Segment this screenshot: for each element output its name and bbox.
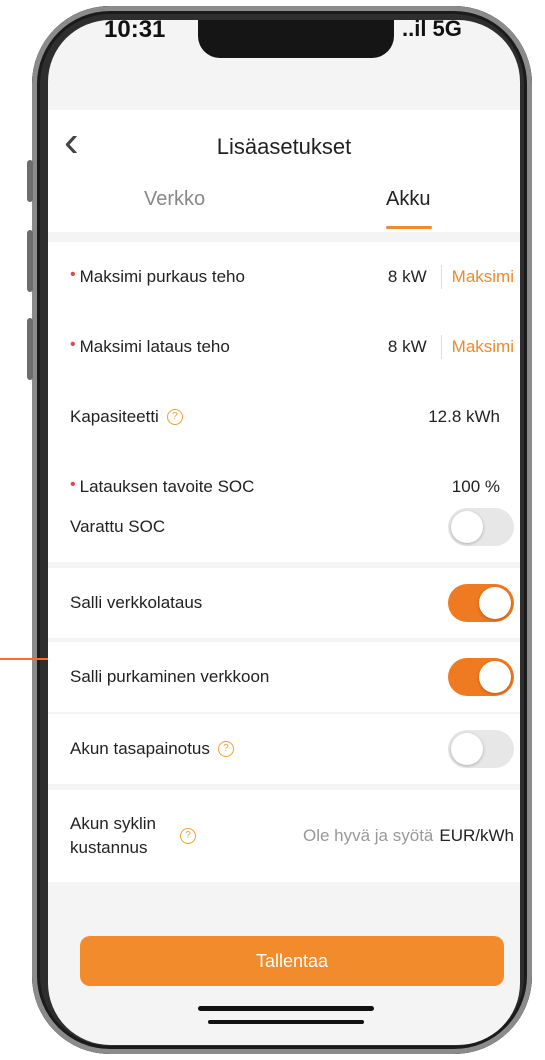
- max-discharge-label: Maksimi purkaus teho: [79, 267, 245, 286]
- toggle-knob: [451, 733, 483, 765]
- capacity-label: Kapasiteetti: [70, 407, 159, 426]
- volume-down-button: [27, 318, 33, 380]
- grid-discharge-toggle[interactable]: [448, 658, 514, 696]
- toggle-knob: [479, 661, 511, 693]
- required-marker: •: [70, 336, 76, 353]
- volume-up-button: [27, 230, 33, 292]
- cycle-cost-label: Akun syklin kustannus: [70, 812, 180, 860]
- divider: [440, 265, 442, 289]
- tab-verkko[interactable]: Verkko: [144, 188, 205, 211]
- cycle-cost-input[interactable]: Ole hyvä ja syötä: [196, 826, 433, 846]
- reserved-soc-group: Varattu SOC: [48, 492, 520, 562]
- active-tab-indicator: [386, 226, 432, 229]
- grid-charging-label: Salli verkkolataus: [70, 593, 203, 612]
- balancing-label: Akun tasapainotus: [70, 739, 210, 758]
- tab-bar: Verkko Akku: [48, 180, 520, 232]
- row-grid-discharge: Salli purkaminen verkkoon: [48, 642, 520, 712]
- max-charge-value[interactable]: 8 kW: [388, 337, 427, 357]
- home-indicator: [198, 1006, 374, 1011]
- row-grid-charging: Salli verkkolataus: [48, 568, 520, 638]
- row-max-discharge: • Maksimi purkaus teho 8 kW Maksimi: [48, 242, 520, 312]
- nav-bar: ‹ Lisäasetukset: [48, 110, 520, 180]
- row-balancing: Akun tasapainotus ?: [48, 714, 520, 784]
- max-charge-label: Maksimi lataus teho: [79, 337, 230, 356]
- divider: [440, 335, 442, 359]
- page-title: Lisäasetukset: [216, 134, 352, 159]
- phone-screen: 10:31 ..il 5G ‹ Lisäasetukset Verkko Akk…: [48, 20, 520, 1045]
- cycle-cost-label-line1: Akun syklin: [70, 814, 156, 833]
- max-charge-maximum-button[interactable]: Maksimi: [452, 337, 514, 357]
- toggle-knob: [451, 511, 483, 543]
- tab-akku[interactable]: Akku: [386, 188, 430, 211]
- save-button[interactable]: Tallentaa: [80, 936, 504, 986]
- row-capacity: Kapasiteetti ? 12.8 kWh: [48, 382, 520, 452]
- cycle-cost-label-line2: kustannus: [70, 838, 148, 857]
- mute-switch: [27, 160, 33, 202]
- grid-charging-toggle[interactable]: [448, 584, 514, 622]
- grid-discharge-group: Salli purkaminen verkkoon: [48, 642, 520, 712]
- battery-limits-group: • Maksimi purkaus teho 8 kW Maksimi • Ma…: [48, 242, 520, 522]
- cycle-cost-group: Akun syklin kustannus ? Ole hyvä ja syöt…: [48, 790, 520, 882]
- required-marker: •: [70, 266, 76, 283]
- cycle-cost-unit: EUR/kWh: [439, 826, 514, 845]
- help-icon[interactable]: ?: [180, 828, 196, 844]
- max-discharge-maximum-button[interactable]: Maksimi: [452, 267, 514, 287]
- max-discharge-value[interactable]: 8 kW: [388, 267, 427, 287]
- home-indicator-secondary: [208, 1020, 364, 1024]
- row-cycle-cost: Akun syklin kustannus ? Ole hyvä ja syöt…: [48, 790, 520, 882]
- balancing-group: Akun tasapainotus ?: [48, 714, 520, 784]
- grid-discharge-label: Salli purkaminen verkkoon: [70, 667, 270, 686]
- row-max-charge: • Maksimi lataus teho 8 kW Maksimi: [48, 312, 520, 382]
- reserved-soc-toggle[interactable]: [448, 508, 514, 546]
- reserved-soc-label: Varattu SOC: [70, 517, 166, 536]
- help-icon[interactable]: ?: [217, 741, 234, 757]
- status-indicators: ..il 5G: [402, 20, 462, 41]
- notch: [198, 20, 394, 58]
- help-icon[interactable]: ?: [166, 409, 183, 425]
- row-reserved-soc: Varattu SOC: [48, 492, 520, 562]
- status-time: 10:31: [104, 20, 166, 43]
- annotation-line: [0, 658, 50, 660]
- grid-charging-group: Salli verkkolataus: [48, 568, 520, 638]
- toggle-knob: [479, 587, 511, 619]
- capacity-value: 12.8 kWh: [428, 407, 500, 426]
- balancing-toggle[interactable]: [448, 730, 514, 768]
